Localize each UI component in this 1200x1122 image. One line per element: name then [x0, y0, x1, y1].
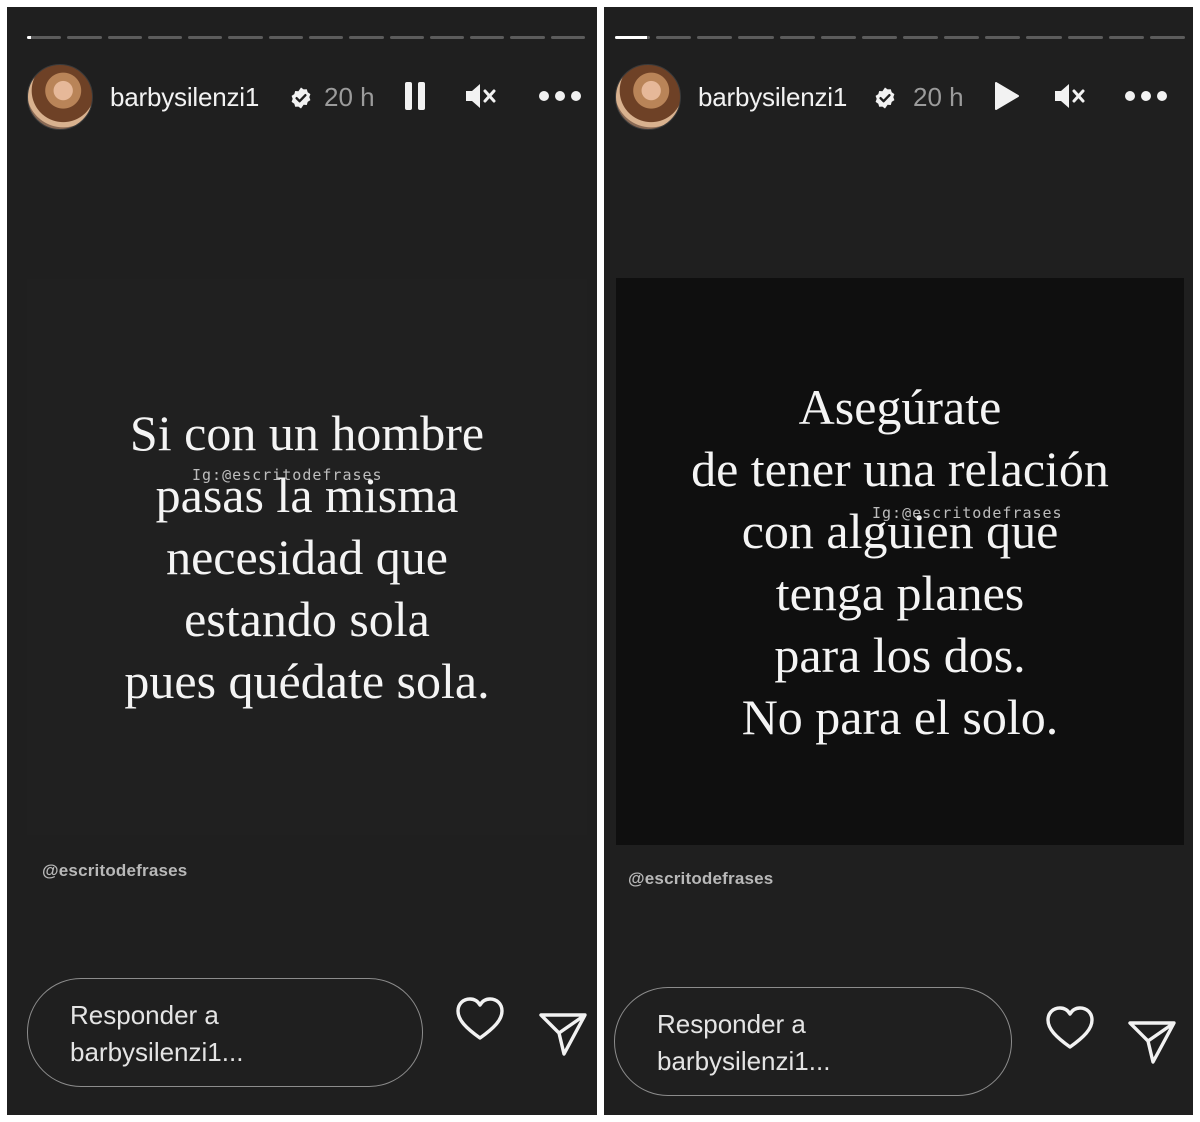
progress-segment [27, 36, 62, 39]
progress-segment [820, 36, 856, 39]
more-options-icon[interactable] [1123, 78, 1169, 114]
progress-segment [738, 36, 774, 39]
verified-badge-icon [873, 86, 897, 110]
progress-segment [308, 36, 344, 39]
story-progress-bar [27, 36, 585, 39]
reply-input[interactable]: Responder a barbysilenzi1... [27, 978, 423, 1087]
quote-line: pues quédate sola. [124, 653, 490, 709]
quote-line: No para el solo. [741, 688, 1059, 745]
verified-badge-icon [289, 86, 313, 110]
progress-segment [1067, 36, 1103, 39]
avatar[interactable] [27, 64, 93, 130]
send-icon[interactable] [537, 1007, 589, 1059]
story-quote-image: Si con un hombre pasas la misma necesidad … [27, 279, 587, 835]
story-left[interactable]: barbysilenzi1 20 h Si con un hombre pasas… [7, 7, 597, 1115]
progress-segment [470, 36, 505, 39]
progress-segment [550, 36, 585, 39]
quote-text: Si con un hombre pasas la misma necesidad … [124, 402, 489, 712]
quote-line: Asegúrate [798, 378, 1002, 435]
reply-placeholder-line2: barbysilenzi1... [70, 1037, 244, 1067]
quote-text: Asegúrate de tener una relación con alguie… [691, 376, 1109, 748]
progress-segment [510, 36, 545, 39]
progress-segment [188, 36, 223, 39]
quote-line: estando sola [184, 591, 430, 647]
play-icon[interactable] [988, 78, 1024, 114]
progress-segment [67, 36, 102, 39]
quote-line: Si con un hombre [129, 405, 485, 461]
pause-icon[interactable] [397, 78, 433, 114]
progress-fill [615, 36, 647, 39]
story-quote-image: Asegúrate de tener una relación con alguie… [616, 278, 1184, 845]
avatar[interactable] [615, 64, 681, 130]
speaker-muted-icon[interactable] [1052, 78, 1088, 114]
progress-segment [861, 36, 897, 39]
quote-line: para los dos. [774, 626, 1026, 683]
send-icon[interactable] [1126, 1015, 1178, 1067]
quote-credit-mention[interactable]: @escritodefrases [628, 869, 773, 889]
progress-segment [389, 36, 424, 39]
progress-segment [944, 36, 980, 39]
story-progress-bar [615, 36, 1185, 39]
username-link[interactable]: barbysilenzi1 [698, 82, 847, 113]
progress-segment [697, 36, 733, 39]
progress-segment [902, 36, 939, 39]
progress-segment [1108, 36, 1144, 39]
more-options-icon[interactable] [537, 78, 583, 114]
quote-line: tenga planes [775, 564, 1025, 621]
progress-segment [147, 36, 183, 39]
progress-segment [656, 36, 692, 39]
story-header: barbysilenzi1 20 h [27, 64, 581, 130]
progress-segment [429, 36, 465, 39]
reply-placeholder-line2: barbysilenzi1... [657, 1046, 831, 1076]
heart-icon[interactable] [1044, 1003, 1096, 1055]
story-timestamp: 20 h [324, 82, 375, 112]
image-watermark: Ig:@escritodefrases [192, 466, 383, 484]
progress-segment [268, 36, 303, 39]
progress-segment [107, 36, 142, 39]
story-right[interactable]: barbysilenzi1 20 h Asegúrate de tener una… [604, 7, 1193, 1115]
progress-segment [615, 36, 651, 39]
progress-segment [349, 36, 384, 39]
quote-credit-mention[interactable]: @escritodefrases [42, 861, 187, 881]
progress-segment [228, 36, 263, 39]
progress-segment [1026, 36, 1062, 39]
username-link[interactable]: barbysilenzi1 [110, 82, 259, 113]
progress-segment [1149, 36, 1185, 39]
reply-placeholder-line1: Responder a [657, 1009, 806, 1039]
image-watermark: Ig:@escritodefrases [872, 504, 1063, 522]
story-timestamp: 20 h [913, 82, 964, 112]
reply-placeholder-line1: Responder a [70, 1000, 219, 1030]
progress-segment [985, 36, 1021, 39]
reply-input[interactable]: Responder a barbysilenzi1... [614, 987, 1012, 1096]
quote-line: de tener una relación [691, 440, 1109, 497]
heart-icon[interactable] [454, 994, 506, 1046]
quote-line: necesidad que [166, 529, 448, 585]
progress-fill [27, 36, 32, 39]
progress-segment [779, 36, 815, 39]
story-header: barbysilenzi1 20 h [615, 64, 1175, 130]
speaker-muted-icon[interactable] [463, 78, 499, 114]
